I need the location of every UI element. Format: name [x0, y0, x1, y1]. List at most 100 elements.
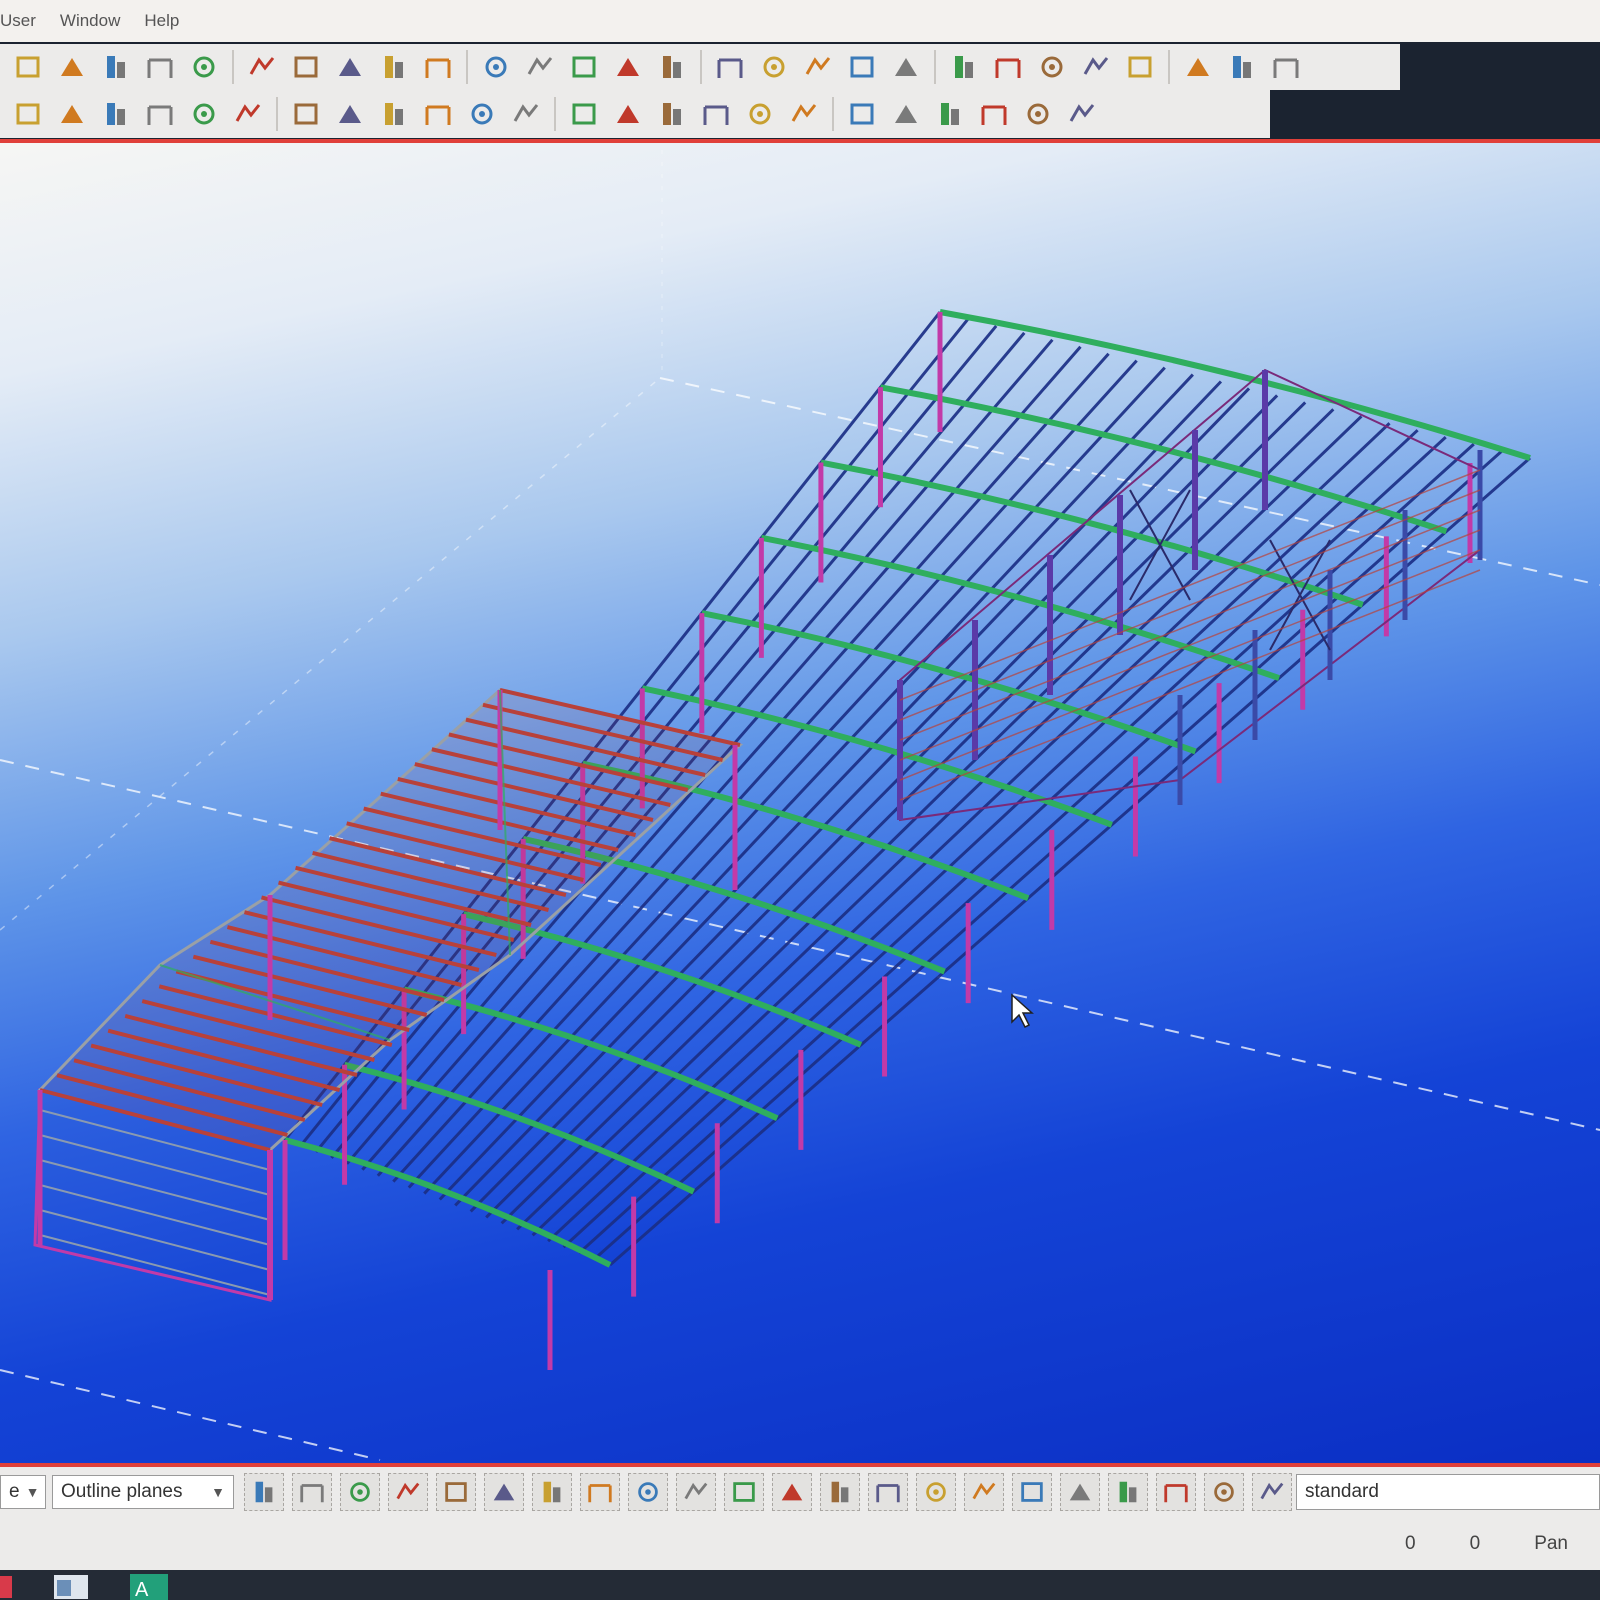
toolbar-separator [832, 97, 834, 131]
print-icon[interactable] [1269, 50, 1303, 84]
frame-icon[interactable] [845, 50, 879, 84]
machine-icon[interactable] [1181, 50, 1215, 84]
help-icon[interactable] [567, 50, 601, 84]
main-toolbar [0, 44, 1400, 90]
xyz-icon[interactable] [245, 50, 279, 84]
beam-concrete-icon[interactable] [743, 97, 777, 131]
toolbar-separator [934, 50, 936, 84]
bolt-select-icon[interactable] [916, 1473, 956, 1511]
coord-x: 0 [1405, 1532, 1416, 1554]
status-bar: 0 0 Pan [0, 1517, 1600, 1570]
block-icon[interactable] [611, 97, 645, 131]
column-part-icon[interactable] [231, 97, 265, 131]
point-icon[interactable] [99, 97, 133, 131]
cross-icon[interactable] [55, 97, 89, 131]
bolt-icon[interactable] [977, 97, 1011, 131]
snap-icon[interactable] [580, 1473, 620, 1511]
cube-icon[interactable] [340, 1473, 380, 1511]
box-icon[interactable] [388, 1473, 428, 1511]
circle-icon[interactable] [187, 97, 221, 131]
measure-icon[interactable] [757, 50, 791, 84]
taskbar: A [0, 1570, 1600, 1600]
view-select[interactable]: e ▼ [0, 1475, 46, 1509]
window-icon[interactable] [52, 1570, 90, 1600]
beam-part-icon[interactable] [289, 97, 323, 131]
select-icon[interactable] [187, 50, 221, 84]
joint-icon[interactable] [509, 97, 543, 131]
filter-field[interactable]: standard [1296, 1474, 1600, 1510]
modeling-toolbar [0, 90, 1270, 138]
paint-icon[interactable] [1035, 50, 1069, 84]
model-view[interactable] [0, 143, 1600, 1463]
gridline-icon[interactable] [611, 50, 645, 84]
scissors-icon[interactable] [724, 1473, 764, 1511]
curved-beam-icon[interactable] [377, 97, 411, 131]
phase-icon[interactable] [1252, 1473, 1292, 1511]
mirror-icon[interactable] [523, 50, 557, 84]
view-icon[interactable] [11, 50, 45, 84]
toolbar-separator [554, 97, 556, 131]
arc-icon[interactable] [801, 50, 835, 84]
zoom-icon[interactable] [991, 50, 1025, 84]
toolbar-separator [700, 50, 702, 84]
contour-icon[interactable] [933, 97, 967, 131]
report-icon[interactable] [1123, 50, 1157, 84]
svg-text:A: A [135, 1579, 149, 1600]
axis-icon[interactable] [1012, 1473, 1052, 1511]
stack-up-icon[interactable] [1204, 1473, 1244, 1511]
frame-select-icon[interactable] [772, 1473, 812, 1511]
slab-concrete-icon[interactable] [845, 97, 879, 131]
planes-select-value: Outline planes [61, 1481, 183, 1502]
selection-switches [240, 1473, 1296, 1511]
wall-icon[interactable] [889, 97, 923, 131]
calendar-icon[interactable] [1079, 50, 1113, 84]
solid-icon[interactable] [532, 1473, 572, 1511]
menu-user[interactable]: User [0, 11, 42, 31]
column-icon[interactable] [655, 50, 689, 84]
part-icon[interactable] [868, 1473, 908, 1511]
export-icon[interactable] [1225, 50, 1259, 84]
pointer-icon[interactable] [244, 1473, 284, 1511]
grid-select-icon[interactable] [436, 1473, 476, 1511]
app-icon[interactable] [0, 1570, 14, 1600]
tekla-icon[interactable]: A [128, 1570, 170, 1600]
column-concrete-icon[interactable] [699, 97, 733, 131]
rebar-icon[interactable] [1065, 97, 1099, 131]
document-icon[interactable] [377, 50, 411, 84]
snap-plane-icon[interactable] [628, 1473, 668, 1511]
marker-icon[interactable] [676, 1473, 716, 1511]
menu-help[interactable]: Help [138, 11, 185, 31]
pin-icon[interactable] [889, 50, 923, 84]
stair-icon[interactable] [465, 97, 499, 131]
stack-down-icon[interactable] [1156, 1473, 1196, 1511]
list-icon[interactable] [99, 50, 133, 84]
layers-icon[interactable] [947, 50, 981, 84]
move-icon[interactable] [421, 50, 455, 84]
component-icon[interactable] [820, 1473, 860, 1511]
pad-footing-icon[interactable] [567, 97, 601, 131]
weld-icon[interactable] [1021, 97, 1055, 131]
polybeam-icon[interactable] [333, 97, 367, 131]
view-select-value: e [9, 1481, 20, 1502]
menu-window[interactable]: Window [54, 11, 126, 31]
grid-icon[interactable] [55, 50, 89, 84]
cut-icon[interactable] [143, 50, 177, 84]
polybeam-concrete-icon[interactable] [787, 97, 821, 131]
rotate-icon[interactable] [479, 50, 513, 84]
plane-icon[interactable] [964, 1473, 1004, 1511]
line-select-icon[interactable] [484, 1473, 524, 1511]
line-icon[interactable] [11, 97, 45, 131]
slab-icon[interactable] [421, 97, 455, 131]
cone-icon[interactable] [292, 1473, 332, 1511]
arrow-up-icon[interactable] [1108, 1473, 1148, 1511]
planes-select[interactable]: Outline planes ▼ [52, 1475, 234, 1509]
paste-icon[interactable] [333, 50, 367, 84]
panel-icon[interactable] [655, 97, 689, 131]
coord-y: 0 [1469, 1532, 1481, 1554]
selection-toolbar: e ▼ Outline planes ▼ standard [0, 1467, 1600, 1517]
copy-icon[interactable] [289, 50, 323, 84]
dash-line-icon[interactable] [143, 97, 177, 131]
angle-icon[interactable] [713, 50, 747, 84]
arrow-down-icon[interactable] [1060, 1473, 1100, 1511]
mouse-cursor-icon [1011, 993, 1034, 1029]
